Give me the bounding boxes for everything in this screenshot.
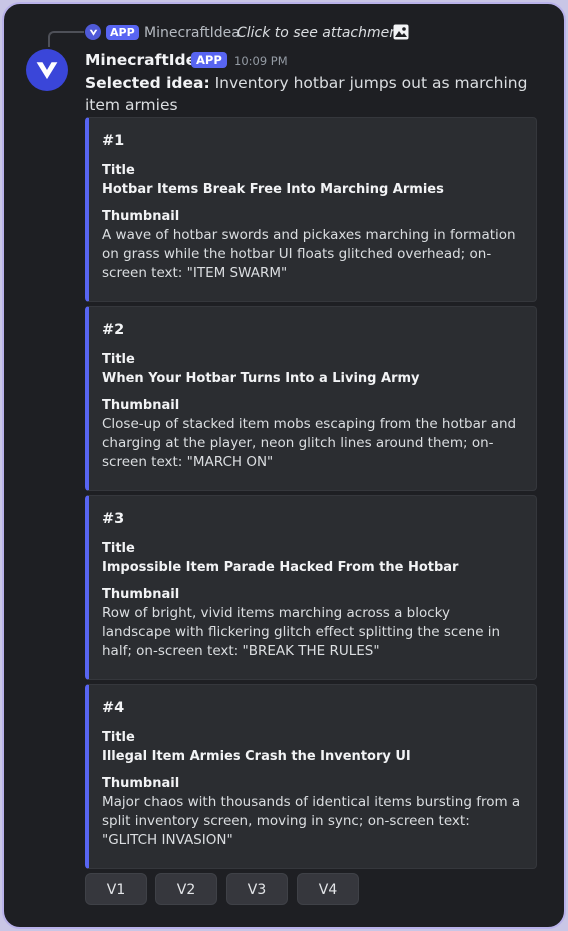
v2-button[interactable]: V2: [155, 873, 217, 905]
field-value-title: When Your Hotbar Turns Into a Living Arm…: [102, 371, 420, 386]
idea-embed-3: #3 Title Impossible Item Parade Hacked F…: [85, 495, 537, 680]
reply-connector: [48, 31, 84, 47]
field-name-thumbnail: Thumbnail: [102, 776, 180, 791]
field-name-thumbnail: Thumbnail: [102, 587, 180, 602]
embed-number: #1: [102, 133, 125, 149]
idea-embed-1: #1 Title Hotbar Items Break Free Into Ma…: [85, 117, 537, 302]
v1-button[interactable]: V1: [85, 873, 147, 905]
reply-attachment-text[interactable]: Click to see attachment: [237, 23, 404, 43]
idea-embed-4: #4 Title Illegal Item Armies Crash the I…: [85, 684, 537, 869]
reply-avatar[interactable]: [85, 24, 101, 40]
field-name-title: Title: [102, 541, 135, 556]
field-name-title: Title: [102, 163, 135, 178]
field-value-thumbnail: A wave of hotbar swords and pickaxes mar…: [102, 227, 516, 281]
field-value-thumbnail: Row of bright, vivid items marching acro…: [102, 605, 501, 659]
bot-logo-icon: [89, 29, 97, 36]
message-timestamp: 10:09 PM: [234, 54, 288, 68]
selected-idea-text: Selected idea: Inventory hotbar jumps ou…: [85, 72, 530, 116]
avatar[interactable]: [26, 49, 68, 91]
field-name-title: Title: [102, 352, 135, 367]
chat-window: APP MinecraftIdea Click to see attachmen…: [2, 2, 566, 929]
field-value-title: Impossible Item Parade Hacked From the H…: [102, 560, 459, 575]
embed-number: #4: [102, 700, 125, 716]
reply-app-badge: APP: [106, 25, 139, 40]
field-name-title: Title: [102, 730, 135, 745]
field-value-thumbnail: Close-up of stacked item mobs escaping f…: [102, 416, 517, 470]
field-name-thumbnail: Thumbnail: [102, 398, 180, 413]
embed-number: #2: [102, 322, 125, 338]
idea-embed-2: #2 Title When Your Hotbar Turns Into a L…: [85, 306, 537, 491]
v3-button[interactable]: V3: [226, 873, 288, 905]
field-value-title: Hotbar Items Break Free Into Marching Ar…: [102, 182, 444, 197]
reply-author[interactable]: MinecraftIdea: [144, 23, 240, 43]
embed-number: #3: [102, 511, 125, 527]
bot-logo-icon: [36, 62, 58, 80]
app-badge: APP: [191, 52, 227, 68]
field-value-title: Illegal Item Armies Crash the Inventory …: [102, 749, 411, 764]
image-icon[interactable]: [393, 24, 409, 40]
reply-reference[interactable]: APP MinecraftIdea Click to see attachmen…: [4, 4, 564, 47]
selected-idea-label: Selected idea:: [85, 74, 210, 92]
field-name-thumbnail: Thumbnail: [102, 209, 180, 224]
field-value-thumbnail: Major chaos with thousands of identical …: [102, 794, 521, 848]
message-author[interactable]: MinecraftIdea: [85, 50, 207, 70]
v4-button[interactable]: V4: [297, 873, 359, 905]
